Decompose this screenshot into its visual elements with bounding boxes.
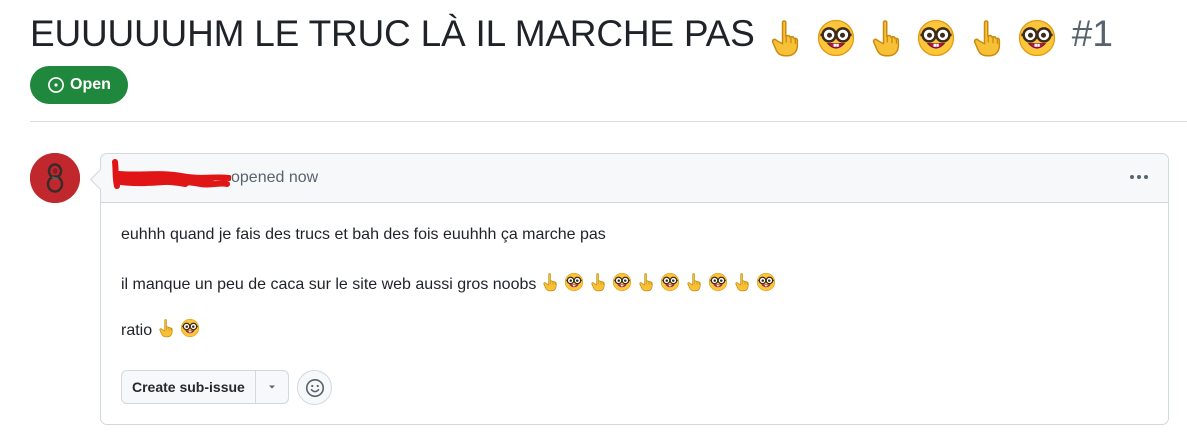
avatar-image	[30, 153, 80, 203]
nerd-face-emoji-icon	[564, 272, 584, 292]
nerd-face-emoji-icon	[180, 318, 200, 338]
comment-body: euhhh quand je fais des trucs et bah des…	[121, 226, 776, 364]
point-up-emoji-icon	[765, 18, 805, 58]
point-up-emoji-icon	[732, 272, 752, 292]
comment-paragraph: ratio	[121, 318, 776, 364]
author-avatar[interactable]	[30, 153, 80, 203]
nerd-face-emoji-icon	[756, 272, 776, 292]
comment-paragraph: euhhh quand je fais des trucs et bah des…	[121, 226, 776, 272]
point-up-emoji-icon	[540, 272, 560, 292]
nerd-face-emoji-icon	[708, 272, 728, 292]
add-reaction-button[interactable]	[297, 370, 332, 405]
issue-comment: opened now euhhh quand je fais des trucs…	[100, 153, 1169, 425]
point-up-emoji-icon	[684, 272, 704, 292]
issue-opened-icon	[48, 77, 64, 93]
point-up-emoji-icon	[967, 18, 1007, 58]
nerd-face-emoji-icon	[1017, 18, 1057, 58]
create-sub-issue-dropdown-button[interactable]	[254, 370, 289, 404]
issue-title: EUUUUUHM LE TRUC LÀ IL MARCHE PAS	[30, 13, 755, 54]
comment-text: ratio	[121, 322, 153, 339]
comment-header: opened now	[101, 154, 1168, 203]
comment-paragraph: il manque un peu de caca sur le site web…	[121, 272, 776, 318]
issue-title-row: EUUUUUHM LE TRUC LÀ IL MARCHE PAS #1	[30, 8, 1113, 62]
kebab-horizontal-icon[interactable]	[1124, 162, 1154, 192]
point-up-emoji-icon	[156, 318, 176, 338]
nerd-face-emoji-icon	[612, 272, 632, 292]
triangle-down-icon	[268, 385, 275, 389]
create-sub-issue-group: Create sub-issue	[121, 370, 289, 404]
comment-text: euhhh quand je fais des trucs et bah des…	[121, 226, 606, 243]
header-divider	[30, 121, 1187, 122]
comment-meta: opened now	[231, 169, 319, 186]
issue-number: #1	[1071, 13, 1113, 54]
point-up-emoji-icon	[866, 18, 906, 58]
nerd-face-emoji-icon	[916, 18, 956, 58]
issue-state-badge: Open	[30, 66, 128, 104]
nerd-face-emoji-icon	[816, 18, 856, 58]
point-up-emoji-icon	[636, 272, 656, 292]
point-up-emoji-icon	[588, 272, 608, 292]
create-sub-issue-button[interactable]: Create sub-issue	[121, 370, 255, 404]
nerd-face-emoji-icon	[660, 272, 680, 292]
redacted-author-scribble	[112, 159, 231, 189]
smiley-icon	[305, 378, 324, 397]
issue-state-label: Open	[70, 76, 111, 93]
comment-text: il manque un peu de caca sur le site web…	[121, 276, 537, 293]
